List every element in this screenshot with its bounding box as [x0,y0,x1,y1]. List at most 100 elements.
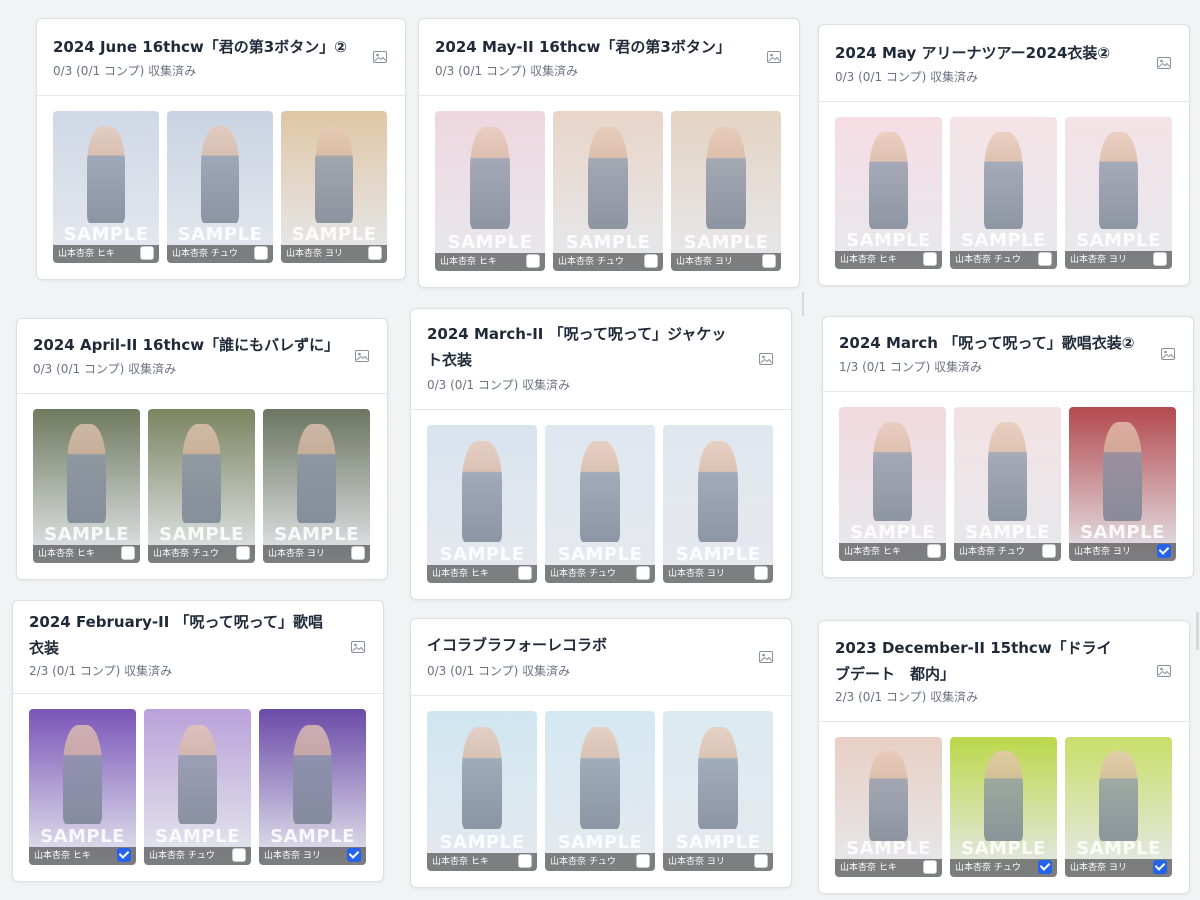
collection-card[interactable]: 2024 May アリーナツアー2024衣装② 0/3 (0/1 コンプ) 収集済… [818,24,1190,286]
collected-checkbox[interactable] [232,848,246,862]
collection-card[interactable]: 2024 June 16thcw「君の第3ボタン」② 0/3 (0/1 コンプ) … [36,18,406,280]
member-photo [182,424,221,523]
trading-card-photo[interactable]: SAMPLE 山本杏奈 ヨリ [259,709,366,865]
sample-watermark: SAMPLE [44,524,129,545]
sample-watermark: SAMPLE [439,544,525,565]
trading-card-photo[interactable]: SAMPLE 山本杏奈 チュウ [950,117,1057,269]
member-photo [462,727,502,830]
sample-watermark: SAMPLE [557,832,643,853]
trading-card-photo[interactable]: SAMPLE 山本杏奈 チュウ [954,407,1061,561]
collected-checkbox[interactable] [754,854,768,868]
collected-checkbox[interactable] [518,566,532,580]
trading-card-photo[interactable]: SAMPLE 山本杏奈 ヨリ [663,711,773,871]
image-icon[interactable] [759,651,773,663]
sample-watermark: SAMPLE [40,826,125,847]
trading-card-photo[interactable]: SAMPLE 山本杏奈 ヨリ [1065,737,1172,877]
collection-card[interactable]: イコラブラフォーレコラボ 0/3 (0/1 コンプ) 収集済み SAMPLE 山本杏奈… [410,618,792,888]
card-header: 2024 February-II 「呪って呪って」歌唱衣装 2/3 (0/1 コン… [13,601,383,694]
collection-status: 0/3 (0/1 コンプ) 収集済み [427,664,571,678]
trading-card-photo[interactable]: SAMPLE 山本杏奈 チュウ [148,409,255,563]
image-icon[interactable] [1157,57,1171,69]
image-icon[interactable] [1161,348,1175,360]
image-icon[interactable] [355,350,369,362]
trading-card-photo[interactable]: SAMPLE 山本杏奈 ヒキ [53,111,159,263]
image-icon[interactable] [767,51,781,63]
member-photo [1099,132,1138,230]
collection-card[interactable]: 2023 December-II 15thcw「ドライブデート 都内」 2/3 (… [818,620,1190,894]
trading-card-photo[interactable]: SAMPLE 山本杏奈 チュウ [167,111,273,263]
collected-checkbox[interactable] [368,246,382,260]
card-header: 2024 May アリーナツアー2024衣装② 0/3 (0/1 コンプ) 収集済… [819,25,1189,102]
collected-checkbox[interactable] [121,546,135,560]
member-photo [297,424,336,523]
collected-checkbox[interactable] [236,546,250,560]
trading-card-photo[interactable]: SAMPLE 山本杏奈 ヨリ [1065,117,1172,269]
collected-checkbox[interactable] [1042,544,1056,558]
collected-checkbox[interactable] [644,254,658,268]
image-icon[interactable] [373,51,387,63]
collected-checkbox[interactable] [762,254,776,268]
trading-card-photo[interactable]: SAMPLE 山本杏奈 ヨリ [671,111,781,271]
trading-card-photo[interactable]: SAMPLE 山本杏奈 ヒキ [33,409,140,563]
collected-checkbox[interactable] [636,854,650,868]
trading-card-photo[interactable]: SAMPLE 山本杏奈 ヨリ [1069,407,1176,561]
collection-card[interactable]: 2024 April-II 16thcw「誰にもバレずに」 0/3 (0/1 コン… [16,318,388,580]
member-photo [63,724,102,825]
card-title: イコラブラフォーレコラボ [427,636,608,654]
sample-watermark: SAMPLE [850,522,935,543]
trading-card-photo[interactable]: SAMPLE 山本杏奈 ヨリ [263,409,370,563]
collected-checkbox[interactable] [1157,544,1171,558]
collected-checkbox[interactable] [347,848,361,862]
trading-card-photo[interactable]: SAMPLE 山本杏奈 ヒキ [435,111,545,271]
trading-card-photo[interactable]: SAMPLE 山本杏奈 ヒキ [427,711,537,871]
collected-checkbox[interactable] [1153,860,1167,874]
collected-checkbox[interactable] [923,860,937,874]
member-photo [588,127,628,230]
trading-card-photo[interactable]: SAMPLE 山本杏奈 チュウ [553,111,663,271]
collected-checkbox[interactable] [351,546,365,560]
image-icon[interactable] [351,641,365,653]
sample-watermark: SAMPLE [565,232,651,253]
trading-card-photo[interactable]: SAMPLE 山本杏奈 ヒキ [427,425,537,583]
collection-status: 0/3 (0/1 コンプ) 収集済み [53,64,197,78]
image-icon[interactable] [759,353,773,365]
collection-card[interactable]: 2024 March-II 「呪って呪って」ジャケット衣装 0/3 (0/1 コン… [410,308,792,600]
sample-watermark: SAMPLE [557,544,643,565]
trading-card-photo[interactable]: SAMPLE 山本杏奈 ヒキ [835,117,942,269]
collected-checkbox[interactable] [117,848,131,862]
trading-card-photo[interactable]: SAMPLE 山本杏奈 ヒキ [839,407,946,561]
image-icon[interactable] [1157,665,1171,677]
collected-checkbox[interactable] [1153,252,1167,266]
collection-status: 0/3 (0/1 コンプ) 収集済み [33,362,177,376]
sample-watermark: SAMPLE [965,522,1050,543]
sample-watermark: SAMPLE [1076,230,1161,251]
trading-card-photo[interactable]: SAMPLE 山本杏奈 ヒキ [29,709,136,865]
trading-card-photo[interactable]: SAMPLE 山本杏奈 ヨリ [281,111,387,263]
sample-watermark: SAMPLE [961,230,1046,251]
card-title: 2024 March-II 「呪って呪って」ジャケット衣装 [427,325,727,369]
sample-watermark: SAMPLE [675,544,761,565]
collected-checkbox[interactable] [518,854,532,868]
collected-checkbox[interactable] [526,254,540,268]
trading-card-photo[interactable]: SAMPLE 山本杏奈 チュウ [545,711,655,871]
collected-checkbox[interactable] [1038,252,1052,266]
collected-checkbox[interactable] [254,246,268,260]
sample-watermark: SAMPLE [846,838,931,859]
collected-checkbox[interactable] [923,252,937,266]
sample-watermark: SAMPLE [1080,522,1165,543]
collection-card[interactable]: 2024 February-II 「呪って呪って」歌唱衣装 2/3 (0/1 コン… [12,600,384,882]
collection-card[interactable]: 2024 March 「呪って呪って」歌唱衣装② 1/3 (0/1 コンプ) 収集… [822,316,1194,578]
collected-checkbox[interactable] [636,566,650,580]
trading-card-photo[interactable]: SAMPLE 山本杏奈 チュウ [950,737,1057,877]
collected-checkbox[interactable] [754,566,768,580]
collection-status: 2/3 (0/1 コンプ) 収集済み [835,690,979,704]
trading-card-photo[interactable]: SAMPLE 山本杏奈 チュウ [144,709,251,865]
collected-checkbox[interactable] [140,246,154,260]
collection-card[interactable]: 2024 May-II 16thcw「君の第3ボタン」 0/3 (0/1 コンプ)… [418,18,800,288]
trading-card-photo[interactable]: SAMPLE 山本杏奈 チュウ [545,425,655,583]
trading-card-photo[interactable]: SAMPLE 山本杏奈 ヒキ [835,737,942,877]
trading-card-photo[interactable]: SAMPLE 山本杏奈 ヨリ [663,425,773,583]
collection-status: 2/3 (0/1 コンプ) 収集済み [29,664,173,678]
collected-checkbox[interactable] [927,544,941,558]
collected-checkbox[interactable] [1038,860,1052,874]
